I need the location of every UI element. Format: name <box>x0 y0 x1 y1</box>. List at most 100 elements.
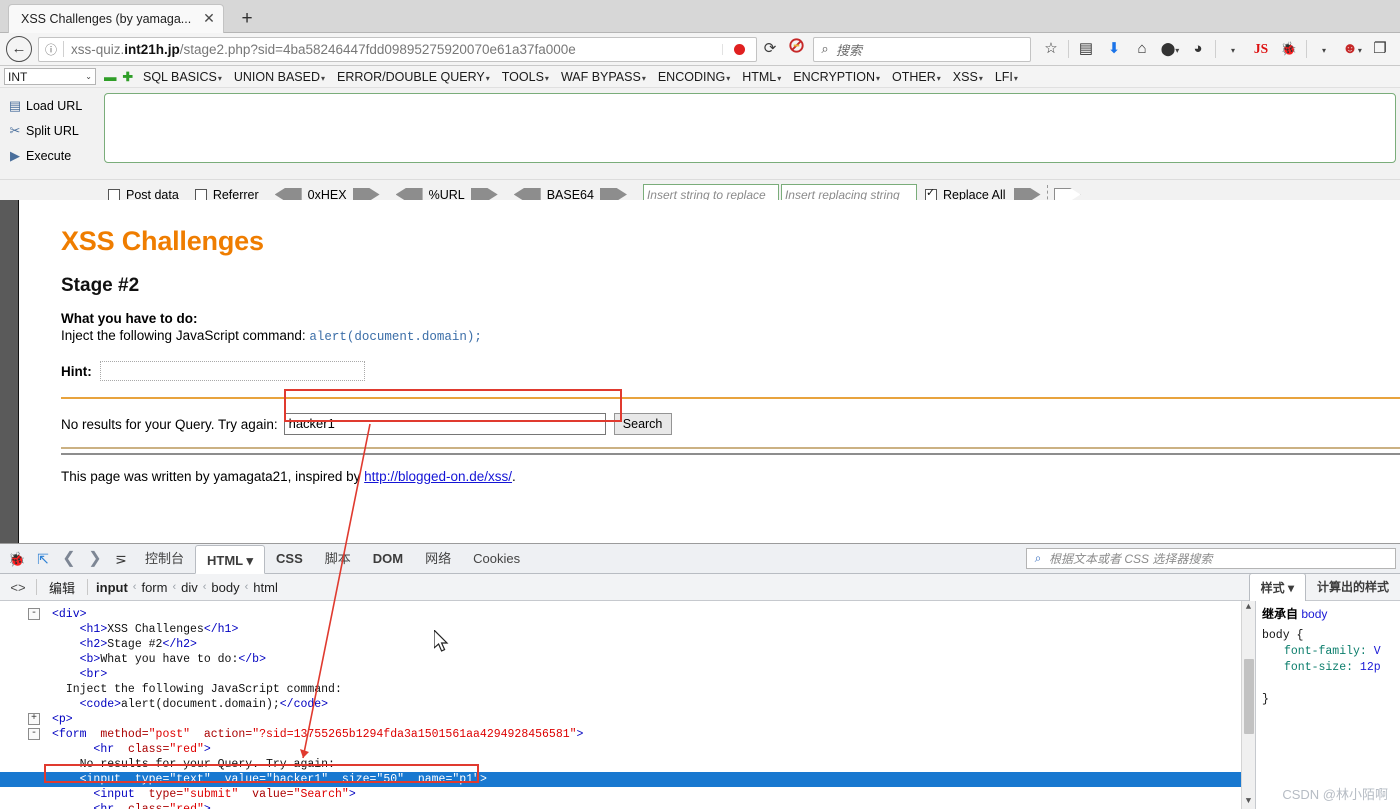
hackbar-menu-lfi[interactable]: LFI▾ <box>995 70 1018 84</box>
tab-dom[interactable]: DOM <box>362 544 414 573</box>
prev-icon[interactable]: ❮ <box>56 546 82 572</box>
firebug-html-tree[interactable]: - <div> <h1>XSS Challenges</h1> <h2>Stage… <box>0 601 1255 809</box>
js-toggle-icon[interactable]: JS <box>1247 36 1275 62</box>
indent-icon[interactable]: ⋝ <box>108 546 134 572</box>
html-tree-row[interactable]: <b>What you have to do:</b> <box>0 652 1255 667</box>
chevron-down-icon-2[interactable]: ▾ <box>1310 36 1338 62</box>
html-tree-row[interactable]: - <form method="post" action="?sid=137552… <box>0 727 1255 742</box>
hackbar-menu-sql-basics[interactable]: SQL BASICS▾ <box>143 70 222 84</box>
html-tree-row[interactable]: <h1>XSS Challenges</h1> <box>0 622 1255 637</box>
plus-icon[interactable]: ✚ <box>123 69 133 84</box>
code-token: value= <box>210 773 266 786</box>
noscript-block-icon[interactable] <box>783 36 809 62</box>
hackbar-menu-encryption[interactable]: ENCRYPTION▾ <box>793 70 880 84</box>
firebug-icon[interactable]: 🐞 <box>1275 36 1303 62</box>
download-icon[interactable]: ⬇ <box>1100 36 1128 62</box>
tab-css[interactable]: CSS <box>265 544 314 573</box>
page-stage-heading: Stage #2 <box>61 275 140 296</box>
search-bar[interactable]: ⌕ 搜索 <box>813 36 1031 62</box>
account-icon[interactable]: ⬤▾ <box>1156 36 1184 62</box>
code-token: "post" <box>148 728 191 741</box>
breadcrumb-form[interactable]: form <box>137 580 171 595</box>
html-tree-row[interactable]: - <div> <box>0 607 1255 622</box>
minus-icon[interactable]: ▬ <box>104 70 117 84</box>
collapse-icon[interactable]: - <box>28 728 40 740</box>
hackbar-menu-xss[interactable]: XSS▾ <box>953 70 983 84</box>
firebug-search-input[interactable]: ⌕ 根据文本或者 CSS 选择器搜索 <box>1026 548 1396 569</box>
task-text: Inject the following JavaScript command: <box>61 328 310 343</box>
info-icon[interactable]: ⓘ <box>39 41 63 58</box>
cookie-manager-icon[interactable]: ◕ <box>1184 36 1212 62</box>
tab-html[interactable]: HTML ▾ <box>195 544 266 574</box>
edit-button[interactable]: 编辑 <box>41 578 83 597</box>
firebug-icon[interactable]: 🐞 <box>4 546 30 572</box>
addon-icon[interactable]: ☻▾ <box>1338 36 1366 62</box>
divider-orange <box>61 397 1400 399</box>
html-tree-row[interactable]: Inject the following JavaScript command: <box>0 682 1255 697</box>
expand-icon[interactable]: + <box>28 713 40 725</box>
inspect-icon[interactable]: ⇱ <box>30 546 56 572</box>
search-submit-button[interactable]: Search <box>613 413 672 435</box>
hackbar-type-select[interactable]: INT ⌄ <box>4 68 96 85</box>
new-tab-button[interactable]: + <box>236 8 258 30</box>
breadcrumb-body[interactable]: body <box>207 580 243 595</box>
html-tree-row[interactable]: No results for your Query. Try again: <box>0 757 1255 772</box>
split-url-button[interactable]: ✂ Split URL <box>4 118 100 143</box>
html-tree-row[interactable]: + <p> <box>0 712 1255 727</box>
hackbar-url-textarea[interactable] <box>104 93 1396 163</box>
tab-list-icon[interactable]: ❐ <box>1366 36 1394 62</box>
browser-tab[interactable]: XSS Challenges (by yamaga... ✕ <box>8 4 224 33</box>
close-icon[interactable]: ✕ <box>201 11 217 27</box>
reader-icon[interactable]: ▤ <box>1072 36 1100 62</box>
back-arrow-icon[interactable]: ← <box>6 36 32 62</box>
scrollbar-thumb[interactable] <box>1244 659 1254 734</box>
html-tree-row[interactable]: <code>alert(document.domain);</code> <box>0 697 1255 712</box>
html-tree-row[interactable]: <hr class="red"> <box>0 802 1255 809</box>
code-token: alert(document.domain); <box>121 698 280 711</box>
html-scrollbar[interactable]: ▲ ▼ <box>1241 601 1255 809</box>
chevron-down-icon[interactable]: ▾ <box>1219 36 1247 62</box>
html-tree-row[interactable]: <br> <box>0 667 1255 682</box>
hackbar-menu-html[interactable]: HTML▾ <box>742 70 781 84</box>
tab-cookies[interactable]: Cookies <box>462 544 531 573</box>
html-tree-row[interactable]: <h2>Stage #2</h2> <box>0 637 1255 652</box>
breadcrumb-div[interactable]: div <box>177 580 202 595</box>
tab-script[interactable]: 脚本 <box>314 544 362 573</box>
computed-style-tab[interactable]: 计算出的样式 <box>1306 573 1400 602</box>
hackbar-menu-other[interactable]: OTHER▾ <box>892 70 941 84</box>
tab-network[interactable]: 网络 <box>414 544 462 573</box>
code-token: "red" <box>169 803 204 809</box>
code-token: <input <box>79 773 122 786</box>
css-rule-block[interactable]: body { font-family: V font-size: 12p } <box>1256 624 1400 712</box>
hackbar-menu-bar: INT ⌄ ▬ ✚ SQL BASICS▾ UNION BASED▾ ERROR… <box>0 66 1400 88</box>
html-tree-row[interactable]: <hr class="red"> <box>0 742 1255 757</box>
breadcrumb-html[interactable]: html <box>249 580 282 595</box>
load-url-button[interactable]: ▤ Load URL <box>4 93 100 118</box>
html-tree-row[interactable]: <input type="submit" value="Search"> <box>0 787 1255 802</box>
breadcrumb-input[interactable]: input <box>92 580 132 595</box>
tab-console[interactable]: 控制台 <box>134 544 195 573</box>
address-bar[interactable]: ⓘ xss-quiz.int21h.jp/stage2.php?sid=4ba5… <box>38 36 757 62</box>
execute-button[interactable]: ▶ Execute <box>4 143 100 168</box>
next-icon[interactable]: ❯ <box>82 546 108 572</box>
record-icon[interactable] <box>722 43 756 55</box>
code-token: <b> <box>79 653 101 666</box>
hackbar-menu-encoding[interactable]: ENCODING▾ <box>658 70 730 84</box>
code-icon[interactable]: <> <box>4 580 32 595</box>
reload-icon[interactable]: ⟳ <box>757 36 783 62</box>
scroll-down-arrow[interactable]: ▼ <box>1242 795 1255 809</box>
collapse-icon[interactable]: - <box>28 608 40 620</box>
hackbar-menu-union-based[interactable]: UNION BASED▾ <box>234 70 325 84</box>
scroll-up-arrow[interactable]: ▲ <box>1242 601 1255 615</box>
home-icon[interactable]: ⌂ <box>1128 36 1156 62</box>
hackbar-menu-waf-bypass[interactable]: WAF BYPASS▾ <box>561 70 646 84</box>
hackbar-menu-error-double-query[interactable]: ERROR/DOUBLE QUERY▾ <box>337 70 490 84</box>
query-input[interactable]: hacker1 <box>283 413 606 435</box>
footer-link[interactable]: http://blogged-on.de/xss/ <box>364 469 512 484</box>
star-icon[interactable]: ☆ <box>1037 36 1065 62</box>
css-val-font-family: V <box>1373 645 1381 658</box>
style-tab[interactable]: 样式 ▾ <box>1248 573 1306 602</box>
html-tree-row-selected[interactable]: <input type="text" value="hacker1" size=… <box>0 772 1255 787</box>
hackbar-menu-tools[interactable]: TOOLS▾ <box>502 70 549 84</box>
execute-icon: ▶ <box>10 147 20 163</box>
